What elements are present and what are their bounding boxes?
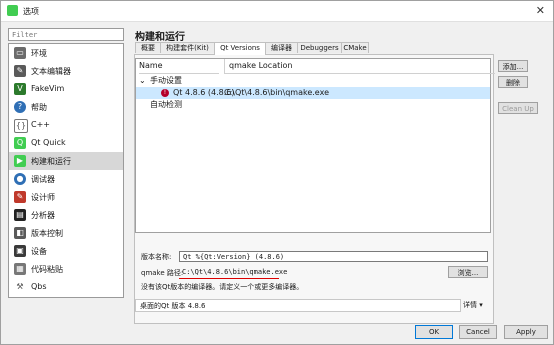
sidebar-item-analyzer[interactable]: ▤ 分析器 — [9, 206, 123, 224]
version-summary: 桌面的Qt 版本 4.8.6 — [135, 299, 461, 312]
tab-compilers[interactable]: 编译器 — [265, 42, 298, 53]
clean-up-button[interactable]: Clean Up — [498, 102, 538, 114]
filter-input[interactable] — [8, 28, 124, 41]
sidebar-item-label: 调试器 — [31, 175, 55, 184]
sidebar-item-label: 设计师 — [31, 193, 55, 202]
column-header-name[interactable]: Name — [139, 59, 219, 74]
analyzer-icon: ▤ — [14, 209, 26, 221]
sidebar-item-text-editor[interactable]: ✎ 文本编辑器 — [9, 62, 123, 80]
title-bar: 选项 ✕ — [1, 1, 553, 22]
sidebar-item-label: 文本编辑器 — [31, 67, 71, 76]
sidebar-item-label: 环境 — [31, 49, 47, 58]
sidebar-item-label: 版本控制 — [31, 229, 63, 238]
ok-button[interactable]: OK — [415, 325, 453, 339]
sidebar-item-label: C++ — [31, 120, 50, 129]
cpp-icon: {} — [14, 119, 28, 133]
sidebar-item-label: 分析器 — [31, 211, 55, 220]
sidebar-item-label: FakeVim — [31, 84, 65, 93]
version-name-field[interactable]: Qt %{Qt:Version} (4.8.6) — [179, 251, 488, 262]
options-sidebar: ▭ 环境 ✎ 文本编辑器 V FakeVim ? 帮助 {} C++ Q Qt Quick … — [8, 43, 124, 298]
tree-group-auto[interactable]: 自动检测 — [136, 99, 490, 111]
code-paste-icon: ▦ — [14, 263, 26, 275]
tab-overview[interactable]: 概要 — [135, 42, 161, 53]
qtquick-icon: Q — [14, 137, 26, 149]
sidebar-item-label: 帮助 — [31, 103, 47, 112]
version-control-icon: ◧ — [14, 227, 26, 239]
sidebar-item-code-paste[interactable]: ▦ 代码粘贴 — [9, 260, 123, 278]
tree-row-qt-version[interactable]: ! Qt 4.8.6 (4.8.6) C:\Qt\4.8.6\bin\qmake… — [136, 87, 490, 99]
tree-group-label: 自动检测 — [150, 100, 182, 109]
fakevim-icon: V — [14, 83, 26, 95]
qt-app-icon — [7, 5, 18, 16]
add-button[interactable]: 添加... — [498, 60, 528, 72]
sidebar-item-qbs[interactable]: ⚒ Qbs — [9, 278, 123, 296]
sidebar-item-help[interactable]: ? 帮助 — [9, 98, 123, 116]
window-title: 选项 — [23, 7, 39, 16]
sidebar-item-version-control[interactable]: ◧ 版本控制 — [9, 224, 123, 242]
column-header-qmake-location[interactable]: qmake Location — [224, 59, 495, 74]
sidebar-item-devices[interactable]: ▣ 设备 — [9, 242, 123, 260]
sidebar-item-label: Qbs — [31, 282, 47, 291]
sidebar-item-fakevim[interactable]: V FakeVim — [9, 80, 123, 98]
qt-version-location: C:\Qt\4.8.6\bin\qmake.exe — [224, 88, 329, 97]
details-button[interactable]: 详情 ▾ — [463, 299, 491, 312]
sidebar-item-label: 构建和运行 — [31, 157, 71, 166]
sidebar-item-label: Qt Quick — [31, 138, 66, 147]
options-window: 选项 ✕ ▭ 环境 ✎ 文本编辑器 V FakeVim ? 帮助 {}C++ Q Qt Q… — [0, 0, 554, 345]
close-icon[interactable]: ✕ — [536, 4, 545, 17]
browse-button[interactable]: 浏览... — [448, 266, 488, 278]
text-editor-icon: ✎ — [14, 65, 26, 77]
red-underline — [179, 278, 279, 279]
environment-icon: ▭ — [14, 47, 26, 59]
tab-qt-versions[interactable]: Qt Versions — [214, 42, 266, 55]
tab-debuggers[interactable]: Debuggers — [297, 42, 342, 53]
debugger-icon: ● — [14, 173, 26, 185]
qt-versions-tree[interactable]: Name qmake Location ⌄ 手动设置 ! Qt 4.8.6 (4… — [135, 58, 495, 233]
sidebar-item-cpp[interactable]: {} C++ — [9, 116, 123, 134]
sidebar-item-environment[interactable]: ▭ 环境 — [9, 44, 123, 62]
sidebar-item-qt-quick[interactable]: Q Qt Quick — [9, 134, 123, 152]
apply-button[interactable]: Apply — [504, 325, 548, 339]
tree-group-manual[interactable]: ⌄ 手动设置 — [136, 75, 490, 87]
version-name-label: 版本名称: — [141, 253, 172, 261]
tab-cmake[interactable]: CMake — [341, 42, 369, 53]
sidebar-item-build-run[interactable]: ▶ 构建和运行 — [9, 152, 123, 170]
sidebar-item-label: 设备 — [31, 247, 47, 256]
cancel-button[interactable]: Cancel — [459, 325, 497, 339]
qmake-path-label: qmake 路径: — [141, 269, 184, 277]
warning-icon: ! — [161, 89, 169, 97]
tree-group-label: 手动设置 — [150, 76, 182, 85]
designer-icon: ✎ — [14, 191, 26, 203]
remove-button[interactable]: 删除 — [498, 76, 528, 88]
page-title: 构建和运行 — [135, 32, 185, 43]
compiler-warning-text: 没有该Qt版本的编译器。请定义一个或更多编译器。 — [141, 283, 304, 291]
help-icon: ? — [14, 101, 26, 113]
build-run-icon: ▶ — [14, 155, 26, 167]
sidebar-item-label: 代码粘贴 — [31, 265, 63, 274]
sidebar-item-debugger[interactable]: ● 调试器 — [9, 170, 123, 188]
chevron-down-icon[interactable]: ⌄ — [139, 75, 146, 87]
sidebar-item-designer[interactable]: ✎ 设计师 — [9, 188, 123, 206]
devices-icon: ▣ — [14, 245, 26, 257]
qbs-icon: ⚒ — [14, 281, 26, 293]
tab-kits[interactable]: 构建套件(Kit) — [160, 42, 215, 53]
qmake-path-value: C:\Qt\4.8.6\bin\qmake.exe — [182, 268, 288, 276]
